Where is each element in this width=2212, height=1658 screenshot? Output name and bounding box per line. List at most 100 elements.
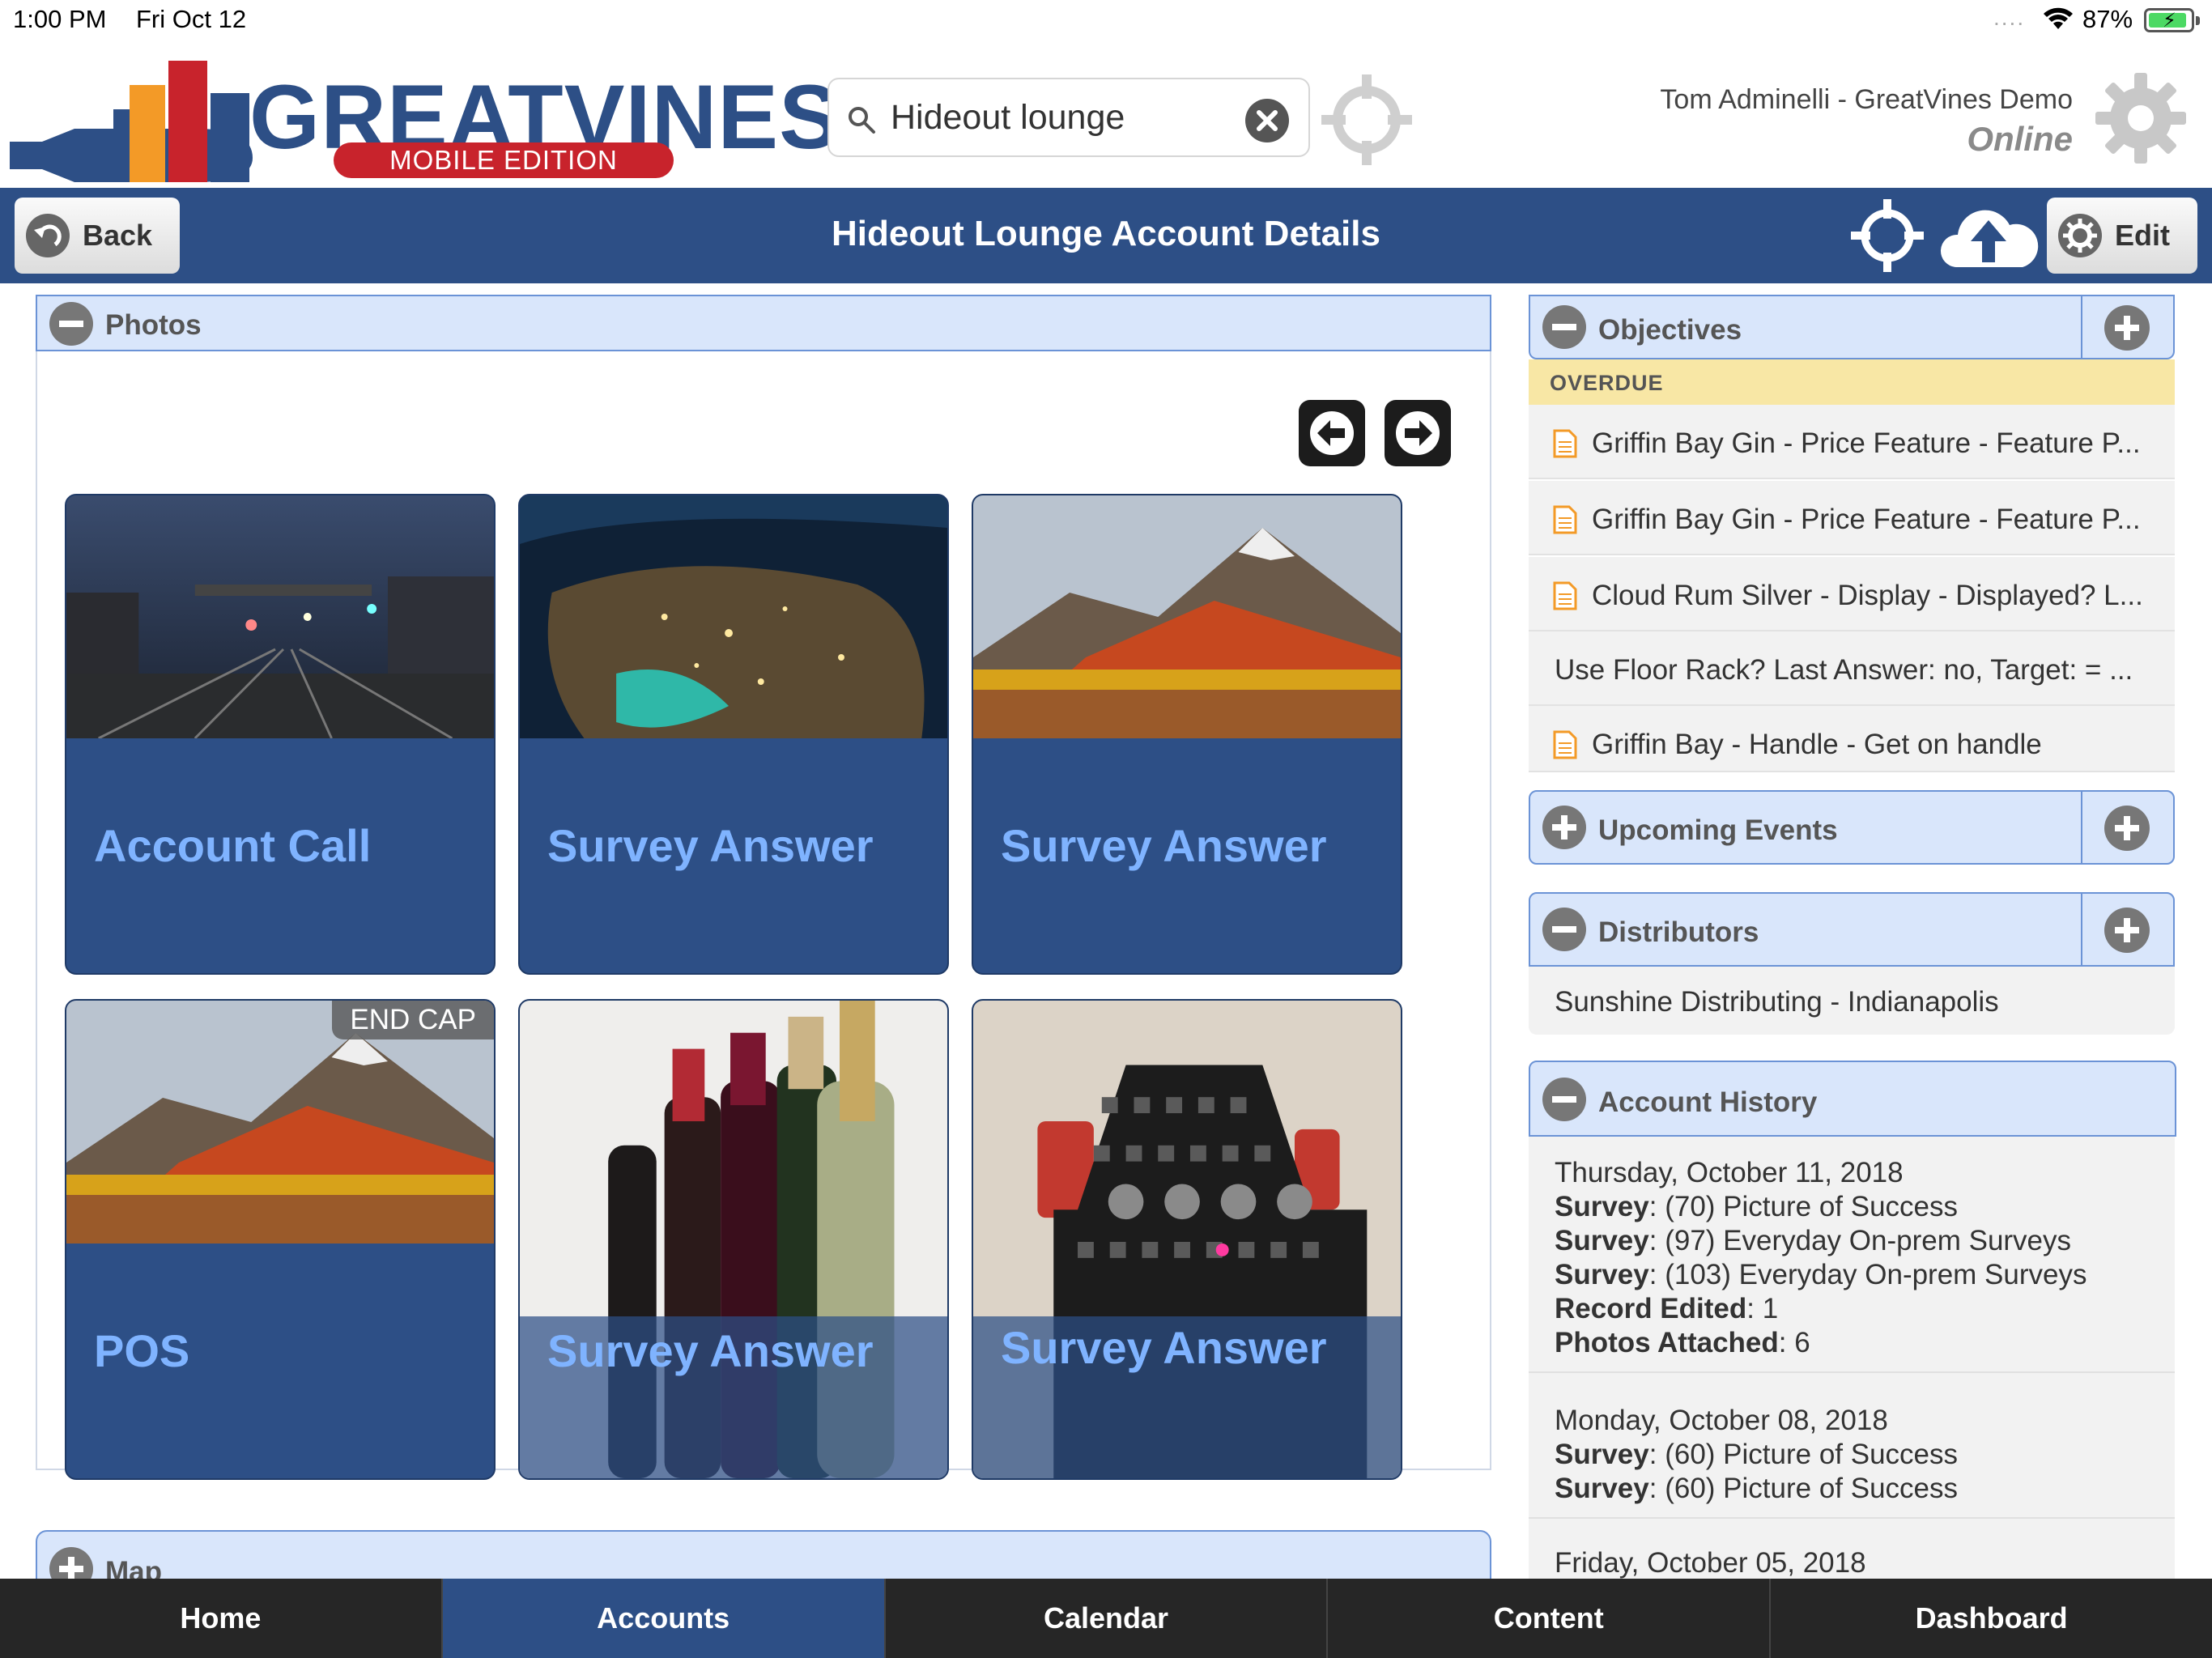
- photo-tile-label: Survey Answer: [547, 1325, 874, 1376]
- logo-edition: MOBILE EDITION: [334, 142, 674, 178]
- document-icon: [1553, 581, 1577, 610]
- edit-label: Edit: [2115, 219, 2170, 252]
- collapse-minus-icon[interactable]: [1542, 1077, 1587, 1122]
- history-divider: [1529, 1517, 2175, 1519]
- history-entry-key: Survey: [1555, 1225, 1649, 1256]
- status-bar: 1:00 PM Fri Oct 12 .... 87% ⚡: [0, 0, 2212, 42]
- clear-search-icon[interactable]: [1244, 97, 1291, 144]
- photos-prev-button[interactable]: [1299, 400, 1365, 466]
- history-entry-key: Survey: [1555, 1259, 1649, 1290]
- distributors-panel-header[interactable]: Distributors: [1529, 892, 2175, 967]
- history-entry-value: : (103) Everyday On-prem Surveys: [1648, 1259, 2087, 1290]
- objective-item[interactable]: Griffin Bay Gin - Price Feature - Featur…: [1529, 481, 2175, 555]
- history-entry: Survey: (70) Picture of Success: [1555, 1190, 2087, 1224]
- tab-calendar[interactable]: Calendar: [886, 1579, 1329, 1658]
- status-date: Fri Oct 12: [136, 5, 247, 33]
- photos-title: Photos: [105, 309, 202, 341]
- history-entry-value: : 6: [1778, 1327, 1810, 1358]
- tab-content[interactable]: Content: [1328, 1579, 1772, 1658]
- upcoming-events-panel-header[interactable]: Upcoming Events: [1529, 790, 2175, 865]
- battery-percent: 87%: [2082, 5, 2133, 33]
- objectives-title: Objectives: [1598, 314, 1742, 346]
- objective-item[interactable]: Use Floor Rack? Last Answer: no, Target:…: [1529, 631, 2175, 706]
- back-label: Back: [83, 219, 153, 252]
- gear-icon: [2058, 214, 2102, 257]
- objective-text: Griffin Bay - Handle - Get on handle: [1592, 729, 2042, 760]
- wifi-icon: [2044, 7, 2073, 29]
- photo-tile-label: POS: [94, 1325, 190, 1376]
- photo-tile[interactable]: Survey Answer: [972, 999, 1402, 1480]
- arrow-left-icon: [1310, 411, 1354, 455]
- cloud-upload-icon[interactable]: [1938, 196, 2039, 277]
- add-objective-icon[interactable]: [2104, 304, 2150, 351]
- history-entry-key: Record Edited: [1555, 1293, 1747, 1324]
- photo-tile[interactable]: Survey Answer: [518, 494, 949, 975]
- account-history-panel-header[interactable]: Account History: [1529, 1061, 2176, 1137]
- logo-bar-navy: [211, 93, 249, 182]
- search-input[interactable]: [891, 91, 1231, 144]
- history-entry: Survey: (60) Picture of Success: [1555, 1472, 1958, 1506]
- connection-status: Online: [1967, 120, 2073, 158]
- photo-tile[interactable]: Account Call: [65, 494, 496, 975]
- expand-plus-icon[interactable]: [1542, 805, 1587, 850]
- photo-thumbnail: [973, 495, 1401, 738]
- upcoming-events-title: Upcoming Events: [1598, 814, 1838, 846]
- logo-bar-red: [168, 61, 207, 182]
- signal-dots: ....: [1993, 5, 2026, 30]
- history-entry: Survey: (97) Everyday On-prem Surveys: [1555, 1224, 2087, 1258]
- photo-tile-label: Survey Answer: [1001, 820, 1327, 871]
- objective-item[interactable]: Cloud Rum Silver - Display - Displayed? …: [1529, 557, 2175, 631]
- overdue-label: OVERDUE: [1550, 371, 1664, 395]
- distributor-item[interactable]: Sunshine Distributing - Indianapolis: [1529, 967, 2175, 1035]
- history-date: Friday, October 05, 2018: [1555, 1547, 1866, 1579]
- history-date: Thursday, October 11, 2018: [1555, 1157, 1904, 1188]
- account-history-title: Account History: [1598, 1086, 1818, 1118]
- gear-icon[interactable]: [2094, 71, 2188, 165]
- edit-button[interactable]: Edit: [2047, 198, 2197, 274]
- objective-text: Cloud Rum Silver - Display - Displayed? …: [1592, 580, 2143, 611]
- add-distributor-icon[interactable]: [2104, 907, 2150, 954]
- collapse-minus-icon[interactable]: [1542, 304, 1587, 350]
- tab-home[interactable]: Home: [0, 1579, 443, 1658]
- history-entry-value: : (60) Picture of Success: [1648, 1473, 1959, 1504]
- photo-tile[interactable]: Survey Answer: [518, 999, 949, 1480]
- history-entry-value: : (97) Everyday On-prem Surveys: [1648, 1225, 2072, 1256]
- crosshair-icon[interactable]: [1849, 198, 1925, 274]
- account-details-content: Photos Account Call Survey Answer Survey…: [0, 283, 2212, 1579]
- objective-item[interactable]: Griffin Bay - Handle - Get on handle: [1529, 706, 2175, 772]
- history-entry-key: Photos Attached: [1555, 1327, 1779, 1358]
- tab-accounts[interactable]: Accounts: [442, 1579, 886, 1658]
- history-group[interactable]: Friday, October 05, 2018: [1555, 1546, 1866, 1579]
- map-title: Map: [105, 1556, 162, 1579]
- overdue-label-bar: OVERDUE: [1529, 359, 2175, 405]
- greatvines-logo: GREATVINES MOBILE EDITION: [10, 49, 840, 182]
- objective-item[interactable]: Griffin Bay Gin - Price Feature - Featur…: [1529, 405, 2175, 479]
- photo-tile[interactable]: END CAP POS: [65, 999, 496, 1480]
- bottom-tab-bar: Home Accounts Calendar Content Dashboard: [0, 1579, 2212, 1658]
- history-date: Monday, October 08, 2018: [1555, 1405, 1888, 1436]
- photos-next-button[interactable]: [1385, 400, 1451, 466]
- tab-dashboard[interactable]: Dashboard: [1771, 1579, 2212, 1658]
- history-group[interactable]: Thursday, October 11, 2018 Survey: (70) …: [1555, 1156, 2087, 1360]
- collapse-minus-icon[interactable]: [49, 301, 94, 346]
- history-group[interactable]: Monday, October 08, 2018 Survey: (60) Pi…: [1555, 1404, 1958, 1506]
- history-entry-value: : (60) Picture of Success: [1648, 1439, 1959, 1470]
- collapse-minus-icon[interactable]: [1542, 907, 1587, 952]
- app-header: GREATVINES MOBILE EDITION Tom Adminelli …: [0, 42, 2212, 188]
- distributors-title: Distributors: [1598, 916, 1759, 948]
- history-entry: Record Edited: 1: [1555, 1292, 2087, 1326]
- locate-crosshair-icon[interactable]: [1318, 71, 1415, 168]
- objective-text: Griffin Bay Gin - Price Feature - Featur…: [1592, 427, 2141, 459]
- add-event-icon[interactable]: [2104, 805, 2150, 852]
- search-box: [827, 78, 1310, 157]
- history-entry: Survey: (60) Picture of Success: [1555, 1438, 1958, 1472]
- photos-panel-header[interactable]: Photos: [36, 295, 1491, 351]
- back-button[interactable]: Back: [15, 198, 180, 274]
- photo-tile[interactable]: Survey Answer: [972, 494, 1402, 975]
- map-panel-header[interactable]: Map: [36, 1530, 1491, 1579]
- objectives-panel-header[interactable]: Objectives: [1529, 295, 2175, 359]
- history-divider: [1529, 1371, 2175, 1373]
- history-entry-value: : (70) Picture of Success: [1648, 1191, 1959, 1222]
- history-entry: Survey: (103) Everyday On-prem Surveys: [1555, 1258, 2087, 1292]
- expand-plus-icon[interactable]: [49, 1546, 94, 1579]
